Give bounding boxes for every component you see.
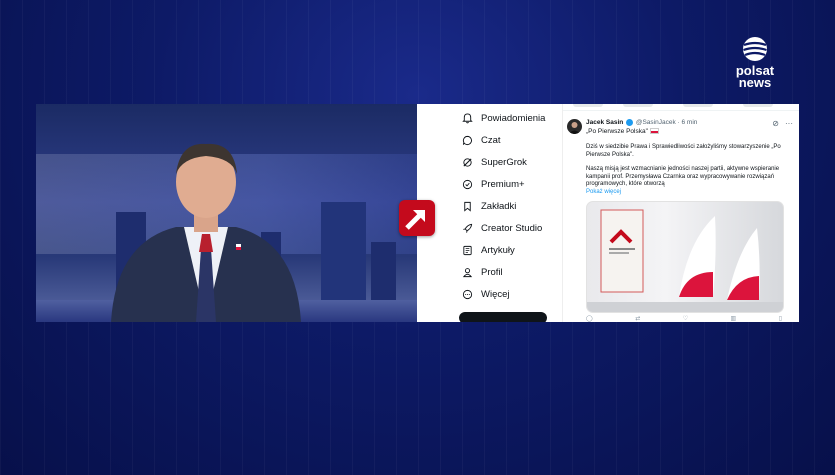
sidebar-item-label: Premium+ [481, 179, 525, 190]
studio-guest [111, 143, 301, 322]
more-options-icon[interactable]: ··· [785, 119, 793, 128]
split-screen-frame: Powiadomienia Czat SuperGrok Premium+ Za… [36, 104, 799, 322]
views-icon[interactable]: ▥ [731, 315, 737, 322]
tweet-paragraph: Naszą misją jest wzmacnianie jedności na… [586, 166, 780, 188]
sidebar-item-label: Więcej [481, 289, 510, 300]
tab-blurred[interactable] [623, 104, 653, 107]
tab-blurred[interactable] [743, 104, 773, 107]
sidebar-item-label: Zakładki [481, 201, 517, 212]
grok-icon [463, 158, 472, 167]
grok-icon[interactable]: ⊘ [772, 119, 779, 128]
arrow-logo [399, 200, 435, 236]
tab-blurred[interactable] [683, 104, 713, 107]
sidebar-item-chat[interactable]: Czat [462, 135, 501, 146]
sidebar-item-articles[interactable]: Artykuły [462, 245, 515, 256]
tweet-time: · 6 min [677, 119, 698, 127]
city-building [371, 242, 396, 302]
profile-icon [462, 268, 473, 278]
tweet-actions: ◯ ⇄ ♡ ▥ ▯ [586, 315, 782, 322]
show-more-link[interactable]: Pokaż więcej [586, 189, 621, 195]
post-button[interactable] [459, 312, 547, 322]
studio-video [36, 104, 417, 322]
sidebar-item-notifications[interactable]: Powiadomienia [462, 113, 545, 124]
author-avatar[interactable] [567, 119, 582, 134]
event-photo [587, 209, 783, 312]
sidebar-item-premium[interactable]: Premium+ [462, 179, 525, 190]
tweet-header-actions: ⊘ ··· [772, 119, 793, 128]
rocket-icon [463, 223, 473, 233]
sidebar-item-label: Artykuły [481, 245, 515, 256]
bell-icon [462, 113, 473, 124]
channel-logo: polsat news [727, 35, 783, 89]
sidebar-item-label: Powiadomienia [481, 113, 546, 124]
more-icon [462, 289, 473, 300]
globe-icon [743, 37, 767, 61]
repost-icon[interactable]: ⇄ [635, 315, 640, 322]
x-feed: Jacek Sasin @SasinJacek · 6 min ⊘ ··· „P… [563, 104, 799, 322]
sidebar-item-supergrok[interactable]: SuperGrok [462, 157, 527, 168]
diagonal-arrow-icon [405, 210, 425, 230]
sidebar-item-creator-studio[interactable]: Creator Studio [462, 223, 542, 234]
like-icon[interactable]: ♡ [683, 315, 688, 322]
sidebar-item-label: Czat [481, 135, 501, 146]
reply-icon[interactable]: ◯ [586, 315, 593, 322]
article-icon [463, 245, 472, 256]
poland-flag-icon [649, 128, 659, 135]
author-name[interactable]: Jacek Sasin [586, 119, 623, 126]
sidebar-item-bookmarks[interactable]: Zakładki [462, 201, 516, 212]
sidebar-item-label: Creator Studio [481, 223, 543, 234]
avatar-silhouette-icon [569, 122, 580, 134]
sidebar-item-more[interactable]: Więcej [462, 289, 510, 300]
author-handle[interactable]: @SasinJacek [636, 119, 676, 126]
tab-blurred[interactable] [573, 104, 603, 107]
city-building [321, 202, 366, 302]
tweet-first-line: „Po Pierwsze Polska" [586, 128, 659, 135]
feed-tabs [563, 104, 799, 111]
tweet-paragraph: Dziś w siedzibie Prawa i Sprawiedliwości… [586, 144, 781, 158]
sidebar-item-profile[interactable]: Profil [462, 267, 503, 278]
tweet-quote: „Po Pierwsze Polska" [586, 128, 648, 135]
tweet-image[interactable] [586, 201, 784, 313]
bookmark-icon[interactable]: ▯ [779, 315, 782, 322]
x-sidebar-nav: Powiadomienia Czat SuperGrok Premium+ Za… [417, 104, 563, 322]
sidebar-item-label: Profil [481, 267, 503, 278]
chat-icon [462, 135, 472, 146]
verified-badge-icon [626, 119, 634, 126]
premium-icon [462, 179, 473, 190]
sidebar-item-label: SuperGrok [481, 157, 527, 168]
bookmark-icon [464, 201, 471, 212]
tweet-header: Jacek Sasin @SasinJacek · 6 min [586, 119, 697, 126]
tweet-body: Dziś w siedzibie Prawa i Sprawiedliwości… [586, 144, 791, 197]
logo-text-news: news [738, 75, 772, 90]
